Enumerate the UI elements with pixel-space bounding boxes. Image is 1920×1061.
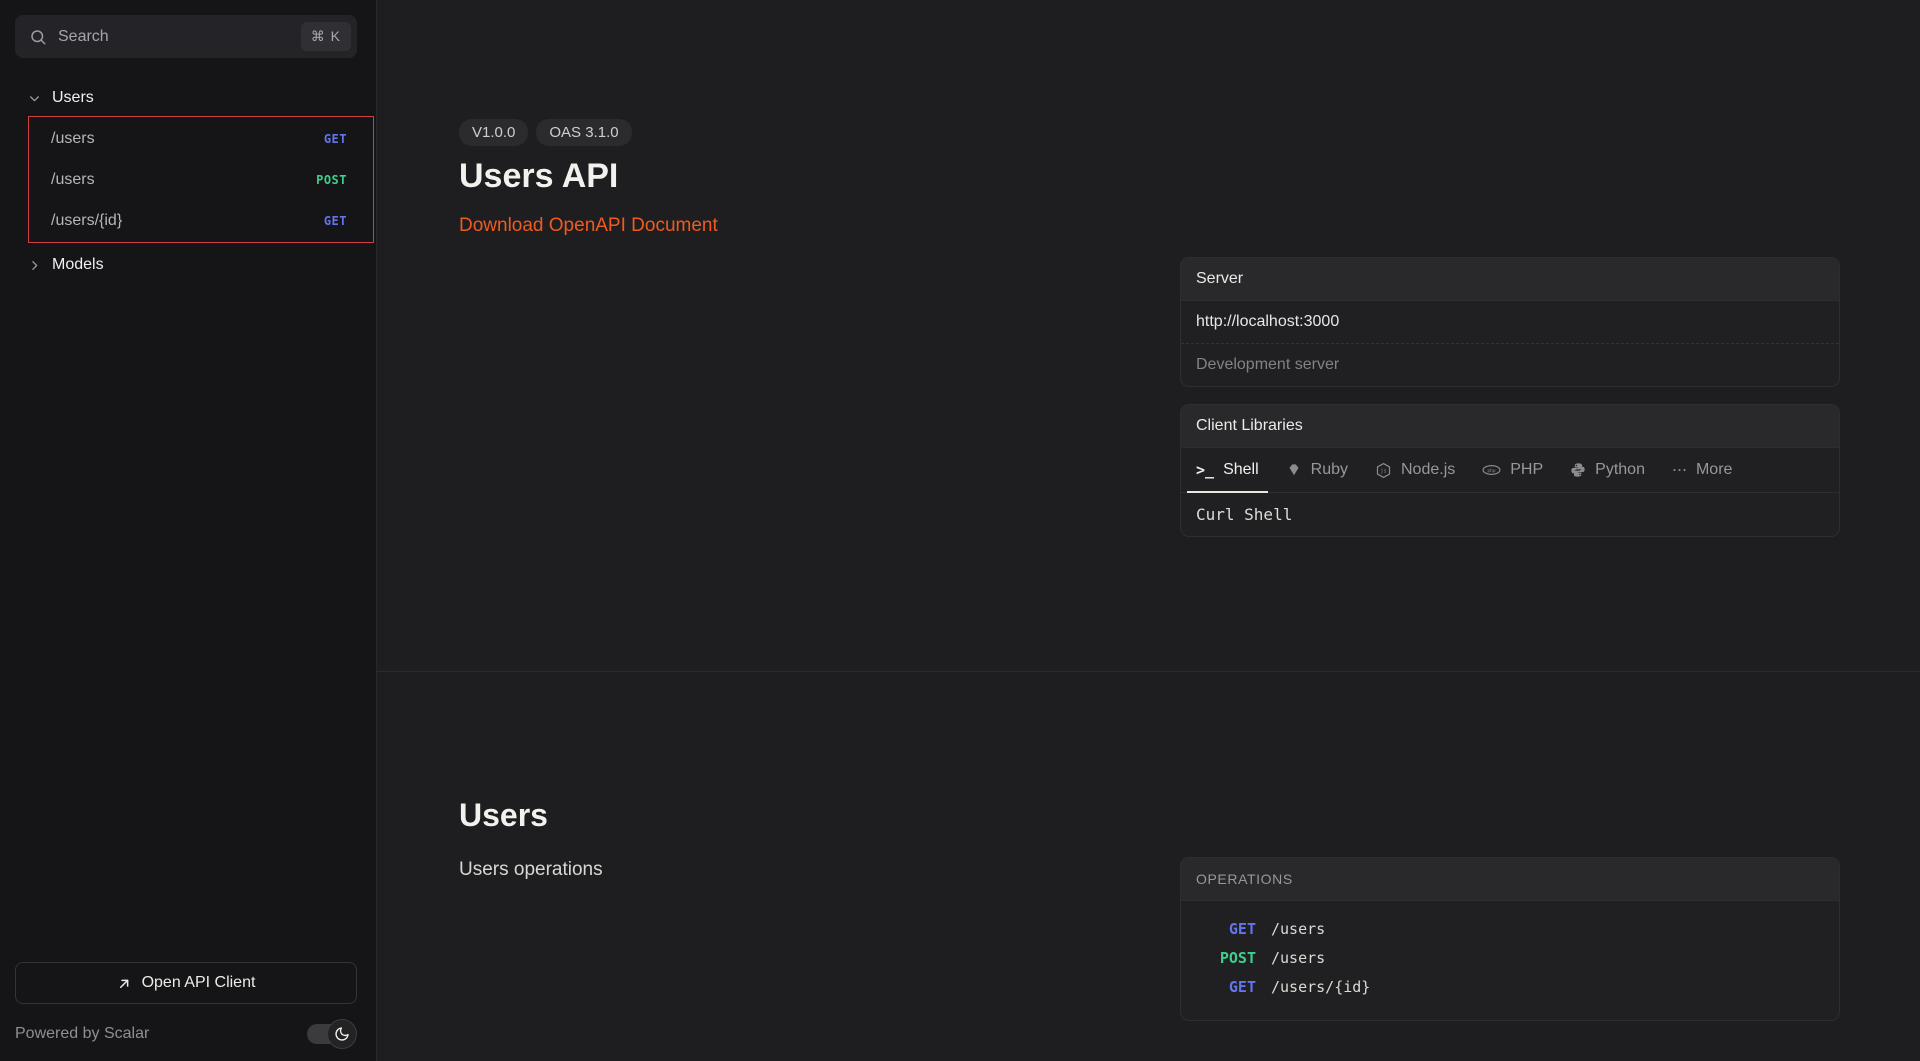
sidebar-group-label: Users	[52, 89, 94, 107]
tab-label: Python	[1595, 461, 1645, 479]
tab-label: Ruby	[1311, 461, 1348, 479]
method-badge: GET	[324, 214, 347, 228]
operation-path: /users/{id}	[1271, 973, 1370, 1002]
search-input[interactable]: Search ⌘ K	[15, 15, 357, 58]
method-badge: POST	[316, 173, 347, 187]
search-shortcut-badge: ⌘ K	[301, 22, 351, 51]
search-placeholder: Search	[58, 28, 290, 46]
oas-badge: OAS 3.1.0	[536, 119, 631, 146]
sidebar-footer: Open API Client Powered by Scalar	[0, 962, 376, 1061]
main-content: V1.0.0 OAS 3.1.0 Users API Download Open…	[377, 0, 1920, 1061]
tab-ruby[interactable]: Ruby	[1286, 448, 1348, 492]
terminal-icon: >_	[1196, 461, 1214, 479]
sidebar-group-label: Models	[52, 256, 104, 274]
server-card-title: Server	[1181, 258, 1839, 301]
operation-path: /users	[1271, 944, 1325, 973]
download-openapi-link[interactable]: Download OpenAPI Document	[459, 215, 718, 237]
page-title: Users API	[459, 157, 718, 196]
powered-by-scalar-link[interactable]: Powered by Scalar	[15, 1025, 149, 1043]
tab-php[interactable]: php PHP	[1482, 448, 1543, 492]
method-badge: GET	[324, 132, 347, 146]
version-badge: V1.0.0	[459, 119, 528, 146]
open-api-client-label: Open API Client	[142, 974, 256, 992]
tab-python[interactable]: Python	[1570, 448, 1645, 492]
sidebar: Search ⌘ K Users /users GET /users POST …	[0, 0, 377, 1061]
python-icon	[1570, 462, 1586, 478]
tab-more[interactable]: More	[1672, 448, 1732, 492]
search-icon	[29, 28, 47, 46]
operation-link-post-users[interactable]: POST /users	[1196, 944, 1824, 973]
sidebar-group-models[interactable]: Models	[0, 251, 376, 279]
method-badge: POST	[1196, 944, 1256, 973]
api-intro: V1.0.0 OAS 3.1.0 Users API Download Open…	[459, 119, 718, 237]
tab-label: PHP	[1510, 461, 1543, 479]
operation-link-get-users-id[interactable]: GET /users/{id}	[1196, 973, 1824, 1002]
method-badge: GET	[1196, 915, 1256, 944]
annotation-highlight-box: /users GET /users POST /users/{id} GET	[28, 116, 374, 243]
sidebar-item-get-users-id[interactable]: /users/{id} GET	[29, 200, 373, 241]
sidebar-nav: Users /users GET /users POST /users/{id}…	[0, 58, 376, 962]
tab-label: Shell	[1223, 461, 1259, 479]
chevron-right-icon	[28, 259, 41, 272]
client-libraries-card: Client Libraries >_ Shell Ruby js	[1180, 404, 1840, 537]
chevron-down-icon	[28, 92, 41, 105]
server-description: Development server	[1181, 343, 1839, 386]
users-section: Users Users operations	[459, 797, 603, 881]
tab-nodejs[interactable]: js Node.js	[1375, 448, 1455, 492]
client-libraries-title: Client Libraries	[1181, 405, 1839, 448]
section-description: Users operations	[459, 859, 603, 881]
section-heading: Users	[459, 797, 603, 834]
svg-text:js: js	[1380, 468, 1386, 474]
tab-shell[interactable]: >_ Shell	[1196, 448, 1259, 492]
moon-icon	[327, 1019, 357, 1049]
server-card: Server http://localhost:3000 Development…	[1180, 257, 1840, 387]
endpoint-path: /users/{id}	[51, 212, 324, 230]
endpoint-path: /users	[51, 171, 316, 189]
php-icon: php	[1482, 464, 1501, 476]
dark-mode-toggle[interactable]	[307, 1019, 357, 1049]
client-libraries-tabs: >_ Shell Ruby js Node.js	[1181, 448, 1839, 493]
operation-path: /users	[1271, 915, 1325, 944]
arrow-up-right-icon	[117, 976, 132, 991]
method-badge: GET	[1196, 973, 1256, 1002]
ruby-gem-icon	[1286, 462, 1302, 478]
client-library-snippet: Curl Shell	[1181, 493, 1839, 536]
operation-link-get-users[interactable]: GET /users	[1196, 915, 1824, 944]
sidebar-group-users[interactable]: Users	[0, 84, 376, 112]
open-api-client-button[interactable]: Open API Client	[15, 962, 357, 1004]
ellipsis-icon	[1672, 466, 1687, 474]
svg-text:php: php	[1488, 468, 1496, 474]
server-url[interactable]: http://localhost:3000	[1181, 301, 1839, 343]
sidebar-item-get-users[interactable]: /users GET	[29, 118, 373, 159]
tab-label: More	[1696, 461, 1732, 479]
sidebar-item-post-users[interactable]: /users POST	[29, 159, 373, 200]
operations-card-title: OPERATIONS	[1181, 858, 1839, 901]
operations-list: GET /users POST /users GET /users/{id}	[1181, 901, 1839, 1020]
nodejs-hexagon-icon: js	[1375, 462, 1392, 479]
tab-label: Node.js	[1401, 461, 1455, 479]
endpoint-path: /users	[51, 130, 324, 148]
operations-card: OPERATIONS GET /users POST /users GET /u…	[1180, 857, 1840, 1021]
section-divider	[377, 671, 1920, 672]
